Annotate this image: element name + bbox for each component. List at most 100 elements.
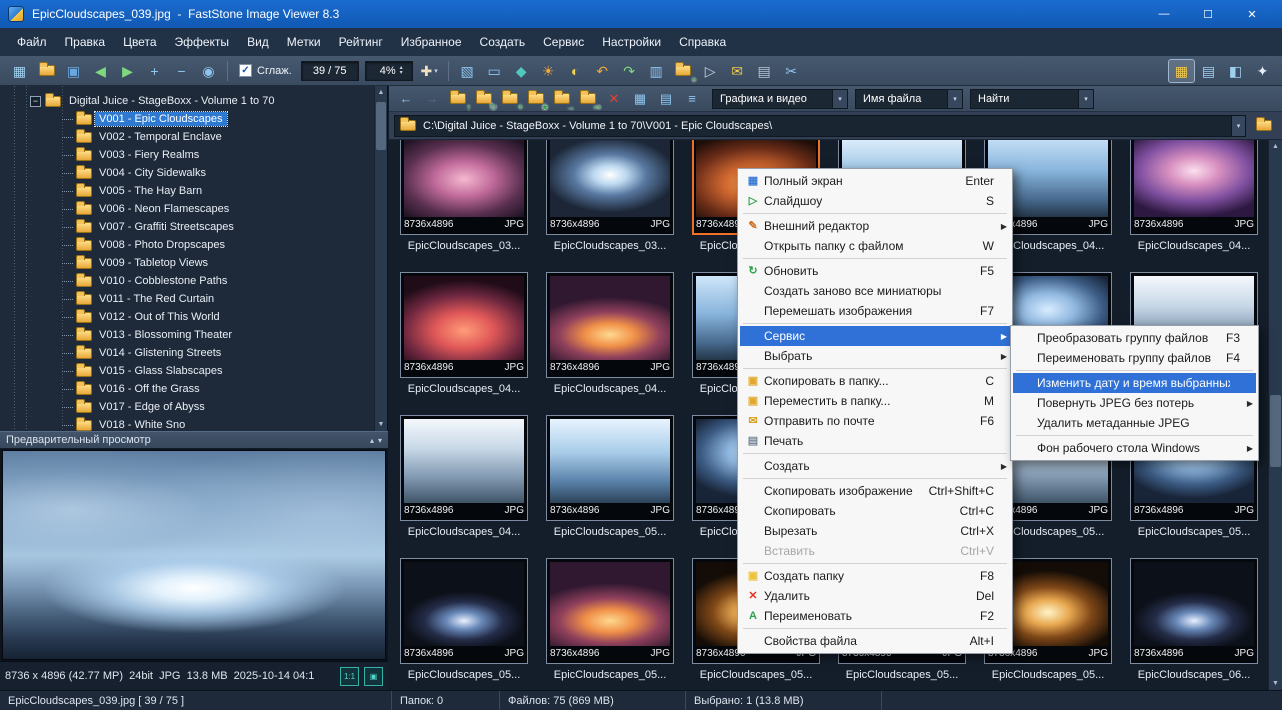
delete-icon[interactable]: ✕ [601, 88, 627, 110]
thumbnail-cell[interactable]: 8736x4896JPGEpicCloudscapes_04... [1121, 140, 1267, 272]
menu-item-11[interactable]: Выбрать▶ [740, 346, 1010, 366]
thumbnail-cell[interactable]: 8736x4896JPGEpicCloudscapes_03... [537, 140, 683, 272]
menu-item-5[interactable]: Удалить метаданные JPEG [1013, 413, 1256, 433]
compare-mode-icon[interactable]: ◧ [1222, 59, 1249, 83]
thumbnail-scrollbar-thumb[interactable] [1270, 395, 1281, 467]
menubar-item-9[interactable]: Сервис [534, 30, 593, 54]
tree-item[interactable]: V006 - Neon Flamescapes [0, 200, 375, 218]
tree-scroll-down-icon[interactable]: ▼ [375, 418, 387, 431]
effects-icon[interactable]: ☀ [535, 59, 562, 83]
zoom-in-icon[interactable]: + [141, 59, 168, 83]
thumbs-scroll-down-icon[interactable]: ▼ [1269, 677, 1282, 690]
thumbnail-cell[interactable]: 8736x4896JPGEpicCloudscapes_04... [391, 272, 537, 415]
fit-window-button[interactable]: ▣ [364, 667, 383, 686]
tree-item[interactable]: V001 - Epic Cloudscapes [0, 110, 375, 128]
screen-capture-icon[interactable]: ✂ [778, 59, 805, 83]
zoom-level-select[interactable]: 4% ▴▾ [365, 61, 413, 81]
save-as-icon[interactable]: ▣ [60, 59, 87, 83]
tree-item[interactable]: V012 - Out of This World [0, 308, 375, 326]
menu-item-21[interactable]: СкопироватьCtrl+C [740, 501, 1010, 521]
tree-item[interactable]: V017 - Edge of Abyss [0, 398, 375, 416]
thumbnail-cell[interactable]: 8736x4896JPGEpicCloudscapes_05... [391, 558, 537, 690]
menu-item-29[interactable]: Свойства файлаAlt+I [740, 631, 1010, 651]
tree-scrollbar[interactable]: ▲ ▼ [374, 86, 387, 431]
menu-item-1[interactable]: ▷СлайдшоуS [740, 191, 1010, 211]
crop-tool-icon[interactable]: ▭ [481, 59, 508, 83]
tree-item[interactable]: V005 - The Hay Barn [0, 182, 375, 200]
sort-order-select[interactable]: Имя файла ▾ [855, 89, 963, 109]
details-view-icon[interactable]: ▤ [653, 88, 679, 110]
tree-item[interactable]: V003 - Fiery Realms [0, 146, 375, 164]
email-icon[interactable]: ✉ [724, 59, 751, 83]
thumbnail-cell[interactable]: 8736x4896JPGEpicCloudscapes_06... [1121, 558, 1267, 690]
menu-item-3[interactable]: Изменить дату и время выбранных [1013, 373, 1256, 393]
thumbnail-cell[interactable]: 8736x4896JPGEpicCloudscapes_03... [391, 140, 537, 272]
thumbnails-view-icon[interactable]: ▦ [627, 88, 653, 110]
tree-item[interactable]: V004 - City Sidewalks [0, 164, 375, 182]
menu-item-7[interactable]: Создать заново все миниатюры [740, 281, 1010, 301]
refresh-folder-icon[interactable]: ↻ [471, 88, 497, 110]
thumbnail-scrollbar[interactable]: ▲ ▼ [1268, 140, 1282, 690]
browser-mode-icon[interactable]: ▦ [1168, 59, 1195, 83]
zoom-actual-icon[interactable]: ◉ [195, 59, 222, 83]
tree-item[interactable]: V018 - White Sno [0, 416, 375, 431]
menubar-item-6[interactable]: Рейтинг [330, 30, 392, 54]
menu-item-10[interactable]: Сервис▶ [740, 326, 1010, 346]
menubar-item-4[interactable]: Вид [238, 30, 278, 54]
zoom-out-icon[interactable]: − [168, 59, 195, 83]
new-folder-icon[interactable]: + [497, 88, 523, 110]
colors-icon[interactable]: ◐ [562, 59, 589, 83]
redo-icon[interactable]: ↷ [616, 59, 643, 83]
thumbnail-cell[interactable]: 8736x4896JPGEpicCloudscapes_05... [537, 558, 683, 690]
open-file-icon[interactable] [33, 59, 60, 83]
tag-icon[interactable]: ◆ [508, 59, 535, 83]
menu-item-0[interactable]: ▦Полный экранEnter [740, 171, 1010, 191]
zoom-spinner[interactable]: ▴▾ [400, 66, 403, 76]
next-image-icon[interactable]: ▶ [114, 59, 141, 83]
hand-tool-button[interactable]: ✚ ▾ [416, 59, 443, 83]
copy-to-icon[interactable]: → [549, 88, 575, 110]
menu-item-7[interactable]: Фон рабочего стола Windows▶ [1013, 438, 1256, 458]
image-browser-icon[interactable]: ▦ [6, 59, 33, 83]
menubar-item-10[interactable]: Настройки [593, 30, 670, 54]
tree-item[interactable]: V002 - Temporal Enclave [0, 128, 375, 146]
tree-item[interactable]: V009 - Tabletop Views [0, 254, 375, 272]
menu-item-3[interactable]: ✎Внешний редактор▶ [740, 216, 1010, 236]
menu-item-4[interactable]: Повернуть JPEG без потерь▶ [1013, 393, 1256, 413]
tree-item[interactable]: V016 - Off the Grass [0, 380, 375, 398]
tree-item[interactable]: V011 - The Red Curtain [0, 290, 375, 308]
menubar-item-5[interactable]: Метки [278, 30, 330, 54]
sort-dropdown-icon[interactable]: ▾ [947, 90, 962, 108]
menu-item-14[interactable]: ▣Переместить в папку...M [740, 391, 1010, 411]
compare-icon[interactable]: ▥ [643, 59, 670, 83]
tree-item[interactable]: V008 - Photo Dropscapes [0, 236, 375, 254]
menu-item-1[interactable]: Переименовать группу файловF4 [1013, 348, 1256, 368]
windowed-mode-icon[interactable]: ▤ [1195, 59, 1222, 83]
address-dropdown-icon[interactable]: ▾ [1231, 116, 1245, 136]
menu-item-20[interactable]: Скопировать изображениеCtrl+Shift+C [740, 481, 1010, 501]
preview-expand-icon[interactable]: ▾ [378, 436, 382, 445]
menu-item-8[interactable]: Перемешать изображенияF7 [740, 301, 1010, 321]
menubar-item-2[interactable]: Цвета [114, 30, 165, 54]
forward-icon[interactable]: → [419, 88, 445, 110]
select-tool-icon[interactable]: ▧ [454, 59, 481, 83]
up-folder-icon[interactable]: ↑ [445, 88, 471, 110]
tree-item[interactable]: V013 - Blossoming Theater [0, 326, 375, 344]
menu-item-16[interactable]: ▤Печать [740, 431, 1010, 451]
thumbs-scroll-up-icon[interactable]: ▲ [1269, 140, 1282, 153]
menu-item-15[interactable]: ✉Отправить по почтеF6 [740, 411, 1010, 431]
print-icon[interactable]: ▤ [751, 59, 778, 83]
menu-item-4[interactable]: Открыть папку с файломW [740, 236, 1010, 256]
menubar-item-0[interactable]: Файл [8, 30, 56, 54]
tree-item[interactable]: V007 - Graffiti Streetscapes [0, 218, 375, 236]
tree-root-item[interactable]: −Digital Juice - StageBoxx - Volume 1 to… [0, 92, 375, 110]
menu-item-0[interactable]: Преобразовать группу файловF3 [1013, 328, 1256, 348]
smoothing-checkbox[interactable]: ✓ Сглаж. [239, 64, 292, 77]
search-input[interactable]: Найти ▾ [970, 89, 1094, 109]
undo-icon[interactable]: ↶ [589, 59, 616, 83]
tree-scrollbar-thumb[interactable] [376, 102, 386, 150]
menu-item-27[interactable]: AПереименоватьF2 [740, 606, 1010, 626]
copy-to-folder-icon[interactable]: + [670, 59, 697, 83]
menu-item-18[interactable]: Создать▶ [740, 456, 1010, 476]
favorites-folder-icon[interactable]: ★ [523, 88, 549, 110]
